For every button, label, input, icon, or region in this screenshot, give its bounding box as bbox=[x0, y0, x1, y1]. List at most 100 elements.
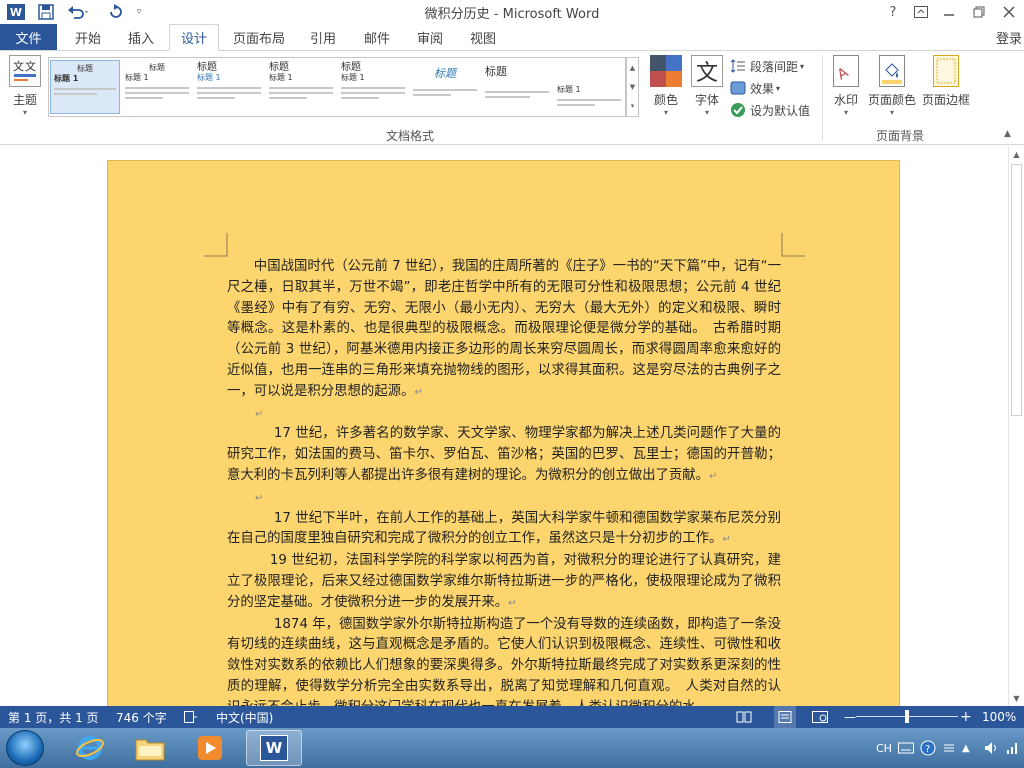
document-formatting-group-label: 文档格式 bbox=[385, 129, 434, 143]
themes-label: 主题 bbox=[12, 93, 37, 107]
margin-corner-marker bbox=[204, 233, 228, 257]
set-as-default-label: 设为默认值 bbox=[750, 103, 811, 118]
page-borders-button[interactable]: 页面边框 bbox=[920, 55, 972, 108]
title-bar: W ▿ 微积分历史 - Microsoft Word ? bbox=[0, 0, 1024, 24]
document-canvas: 中国战国时代（公元前 7 世纪），我国的庄周所著的《庄子》一书的“天下篇”中，记… bbox=[0, 146, 1008, 706]
tab-review[interactable]: 审阅 bbox=[406, 24, 454, 50]
checkmark-icon bbox=[730, 102, 746, 118]
internet-explorer-icon[interactable] bbox=[62, 730, 118, 766]
window-title: 微积分历史 - Microsoft Word bbox=[424, 7, 600, 22]
tab-file[interactable]: 文件 bbox=[0, 24, 57, 50]
scroll-down-icon[interactable]: ▼ bbox=[1009, 690, 1024, 706]
themes-icon: 文文 bbox=[9, 55, 41, 87]
page-borders-label: 页面边框 bbox=[921, 93, 970, 107]
help-tray-icon[interactable]: ? bbox=[920, 728, 936, 768]
language-indicator[interactable]: 中文(中国) bbox=[216, 706, 273, 728]
zoom-level[interactable]: 100% bbox=[982, 706, 1016, 728]
fonts-icon: 文 bbox=[691, 55, 723, 87]
show-hidden-icons-icon[interactable]: ▲ bbox=[962, 728, 970, 768]
file-explorer-icon[interactable] bbox=[122, 730, 178, 766]
style-set-item[interactable]: 标题 bbox=[482, 60, 552, 114]
word-count[interactable]: 746 个字 bbox=[116, 706, 167, 728]
document-paragraph: 17 世纪下半叶，在前人工作的基础上，英国大科学家牛顿和德国数学家莱布尼茨分别在… bbox=[227, 510, 781, 547]
gallery-down-icon[interactable]: ▼ bbox=[630, 83, 635, 91]
gallery-more-icon[interactable]: ▾ bbox=[631, 102, 635, 110]
scroll-up-icon[interactable]: ▲ bbox=[1009, 146, 1024, 162]
page-borders-icon bbox=[933, 55, 959, 87]
restore-icon[interactable] bbox=[964, 0, 994, 24]
start-icon[interactable] bbox=[6, 730, 44, 766]
colors-label: 颜色 bbox=[653, 93, 678, 107]
print-layout-icon[interactable] bbox=[774, 706, 796, 728]
document-paragraph: 17 世纪，许多著名的数学家、天文学家、物理学家都为解决上述几类问题作了大量的研… bbox=[227, 426, 781, 483]
volume-icon[interactable] bbox=[984, 728, 1000, 768]
page-background-group-label: 页面背景 bbox=[875, 129, 924, 143]
tab-insert[interactable]: 插入 bbox=[116, 24, 166, 50]
effects-label: 效果 bbox=[750, 81, 775, 96]
network-icon[interactable] bbox=[1006, 728, 1018, 768]
tab-page-layout[interactable]: 页面布局 bbox=[224, 24, 294, 50]
colors-icon bbox=[650, 55, 682, 87]
media-player-icon[interactable] bbox=[182, 730, 238, 766]
ime-indicator[interactable]: CH bbox=[876, 728, 892, 768]
proofing-icon[interactable] bbox=[184, 706, 198, 728]
style-set-item[interactable]: 标题 标题 1 bbox=[338, 60, 408, 114]
set-as-default-button[interactable]: 设为默认值 bbox=[730, 99, 810, 121]
style-set-gallery: 标题 标题 1 标题 标题 1 标题 标题 1 标题 标题 1 标题 标题 1 … bbox=[48, 57, 626, 117]
status-bar: 第 1 页，共 1 页 746 个字 中文(中国) — + 100% bbox=[0, 706, 1024, 728]
fonts-button[interactable]: 文 字体 ▾ bbox=[688, 55, 726, 117]
document-body[interactable]: 中国战国时代（公元前 7 世纪），我国的庄周所著的《庄子》一书的“天下篇”中，记… bbox=[227, 257, 781, 706]
close-icon[interactable] bbox=[994, 0, 1024, 24]
keyboard-icon[interactable] bbox=[898, 728, 914, 768]
ime-settings-icon[interactable] bbox=[942, 728, 956, 768]
effects-button[interactable]: 效果 ▾ bbox=[730, 77, 780, 99]
tab-design[interactable]: 设计 bbox=[169, 24, 219, 51]
empty-paragraph: ↵ bbox=[255, 408, 264, 420]
svg-text:A: A bbox=[835, 64, 852, 83]
gallery-up-icon[interactable]: ▲ bbox=[630, 64, 635, 72]
ribbon-display-options-icon[interactable] bbox=[906, 0, 936, 24]
word-taskbar-icon[interactable]: W bbox=[246, 730, 302, 766]
style-set-item[interactable]: 标题 标题 1 bbox=[266, 60, 336, 114]
style-set-item[interactable]: 标题 bbox=[410, 60, 480, 114]
tab-references[interactable]: 引用 bbox=[298, 24, 348, 50]
sign-in-link[interactable]: 登录 bbox=[996, 28, 1022, 47]
web-layout-icon[interactable] bbox=[812, 706, 828, 728]
page-color-label: 页面颜色 bbox=[867, 93, 916, 107]
document-page[interactable]: 中国战国时代（公元前 7 世纪），我国的庄周所著的《庄子》一书的“天下篇”中，记… bbox=[107, 160, 900, 706]
paragraph-spacing-button[interactable]: 段落间距 ▾ bbox=[730, 55, 804, 77]
style-set-item[interactable]: 标题 标题 1 bbox=[50, 60, 120, 114]
windows-taskbar: W CH ? ▲ bbox=[0, 728, 1024, 768]
effects-icon bbox=[730, 80, 746, 96]
margin-corner-marker bbox=[781, 233, 805, 257]
vertical-scrollbar[interactable]: ▲ ▼ bbox=[1008, 146, 1024, 706]
collapse-ribbon-icon[interactable]: ▲ bbox=[1004, 129, 1011, 139]
watermark-button[interactable]: A 水印 ▾ bbox=[830, 55, 862, 117]
style-set-item[interactable]: 标题 标题 1 bbox=[122, 60, 192, 114]
watermark-label: 水印 bbox=[833, 93, 858, 107]
gallery-scroll[interactable]: ▲ ▼ ▾ bbox=[626, 57, 639, 117]
scroll-thumb[interactable] bbox=[1011, 164, 1022, 416]
help-icon[interactable]: ? bbox=[878, 0, 908, 24]
themes-button[interactable]: 文文 主题 ▾ bbox=[4, 55, 46, 119]
zoom-out-icon[interactable]: — bbox=[844, 706, 856, 728]
page-count[interactable]: 第 1 页，共 1 页 bbox=[8, 706, 99, 728]
tab-mailings[interactable]: 邮件 bbox=[352, 24, 402, 50]
themes-caret-icon: ▾ bbox=[22, 108, 27, 117]
tab-view[interactable]: 视图 bbox=[458, 24, 508, 50]
style-set-item[interactable]: 标题 标题 1 bbox=[194, 60, 264, 114]
empty-paragraph: ↵ bbox=[255, 492, 264, 504]
zoom-in-icon[interactable]: + bbox=[960, 706, 972, 728]
tab-home[interactable]: 开始 bbox=[62, 24, 114, 50]
read-mode-icon[interactable] bbox=[736, 706, 752, 728]
document-paragraph: 19 世纪初，法国科学学院的科学家以柯西为首，对微积分的理论进行了认真研究，建立… bbox=[227, 553, 781, 610]
page-color-button[interactable]: 页面颜色 ▾ bbox=[866, 55, 918, 117]
svg-text:?: ? bbox=[925, 744, 930, 755]
ribbon-tabs: 文件 开始 插入 设计 页面布局 引用 邮件 审阅 视图 登录 bbox=[0, 24, 1024, 51]
minimize-icon[interactable] bbox=[934, 0, 964, 24]
document-paragraph: 中国战国时代（公元前 7 世纪），我国的庄周所著的《庄子》一书的“天下篇”中，记… bbox=[227, 259, 781, 399]
paragraph-spacing-label: 段落间距 bbox=[750, 59, 799, 74]
zoom-slider-thumb[interactable] bbox=[905, 710, 909, 723]
style-set-item[interactable]: 标题 1 bbox=[554, 60, 624, 114]
colors-button[interactable]: 颜色 ▾ bbox=[646, 55, 686, 117]
